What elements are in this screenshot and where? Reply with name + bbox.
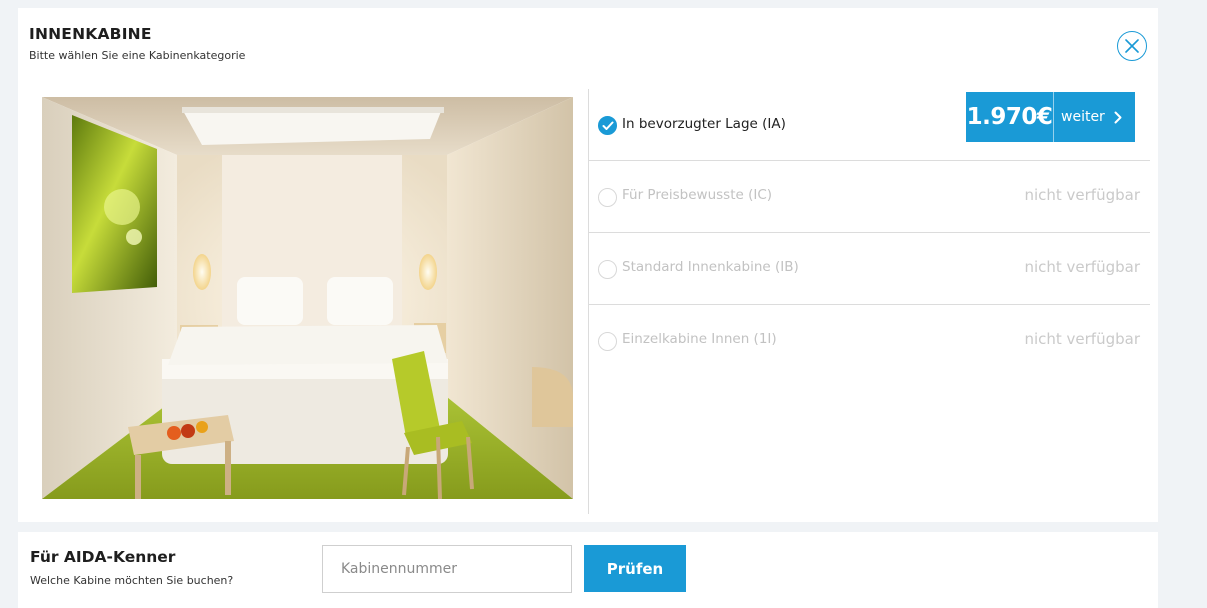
price-value: 1.970€ (966, 92, 1054, 142)
radio-unselected (598, 188, 617, 207)
price-next-button[interactable]: 1.970€ weiter (966, 92, 1135, 142)
next-action: weiter (1054, 92, 1135, 142)
check-icon (602, 121, 614, 130)
check-button[interactable]: Prüfen (584, 545, 686, 592)
kenner-title: Für AIDA-Kenner (30, 548, 176, 566)
category-option-ia[interactable]: In bevorzugter Lage (IA) 1.970€ weiter (589, 89, 1150, 161)
category-label: Einzelkabine Innen (1I) (622, 331, 777, 347)
aida-kenner-panel: Für AIDA-Kenner Welche Kabine möchten Si… (18, 532, 1158, 608)
panel-subtitle: Bitte wählen Sie eine Kabinenkategorie (29, 49, 246, 62)
radio-unselected (598, 332, 617, 351)
cabin-photo (42, 97, 573, 499)
category-label: Standard Innenkabine (IB) (622, 259, 799, 275)
availability-status: nicht verfügbar (1024, 186, 1140, 204)
close-button[interactable] (1117, 31, 1147, 61)
availability-status: nicht verfügbar (1024, 258, 1140, 276)
category-option-ib: Standard Innenkabine (IB) nicht verfügba… (589, 233, 1150, 305)
radio-selected[interactable] (598, 116, 617, 135)
panel-title: INNENKABINE (29, 25, 152, 43)
category-label: Für Preisbewusste (IC) (622, 187, 773, 203)
cabin-category-panel: INNENKABINE Bitte wählen Sie eine Kabine… (18, 8, 1158, 522)
category-label: In bevorzugter Lage (IA) (622, 116, 786, 132)
radio-unselected (598, 260, 617, 279)
chevron-right-icon (1114, 111, 1122, 123)
next-label: weiter (1061, 109, 1105, 125)
cabin-category-list: In bevorzugter Lage (IA) 1.970€ weiter F… (588, 89, 1150, 514)
category-option-ic: Für Preisbewusste (IC) nicht verfügbar (589, 161, 1150, 233)
cabin-number-input[interactable] (322, 545, 572, 593)
close-icon (1125, 39, 1139, 53)
kenner-subtitle: Welche Kabine möchten Sie buchen? (30, 574, 234, 587)
category-option-1i: Einzelkabine Innen (1I) nicht verfügbar (589, 305, 1150, 377)
availability-status: nicht verfügbar (1024, 330, 1140, 348)
